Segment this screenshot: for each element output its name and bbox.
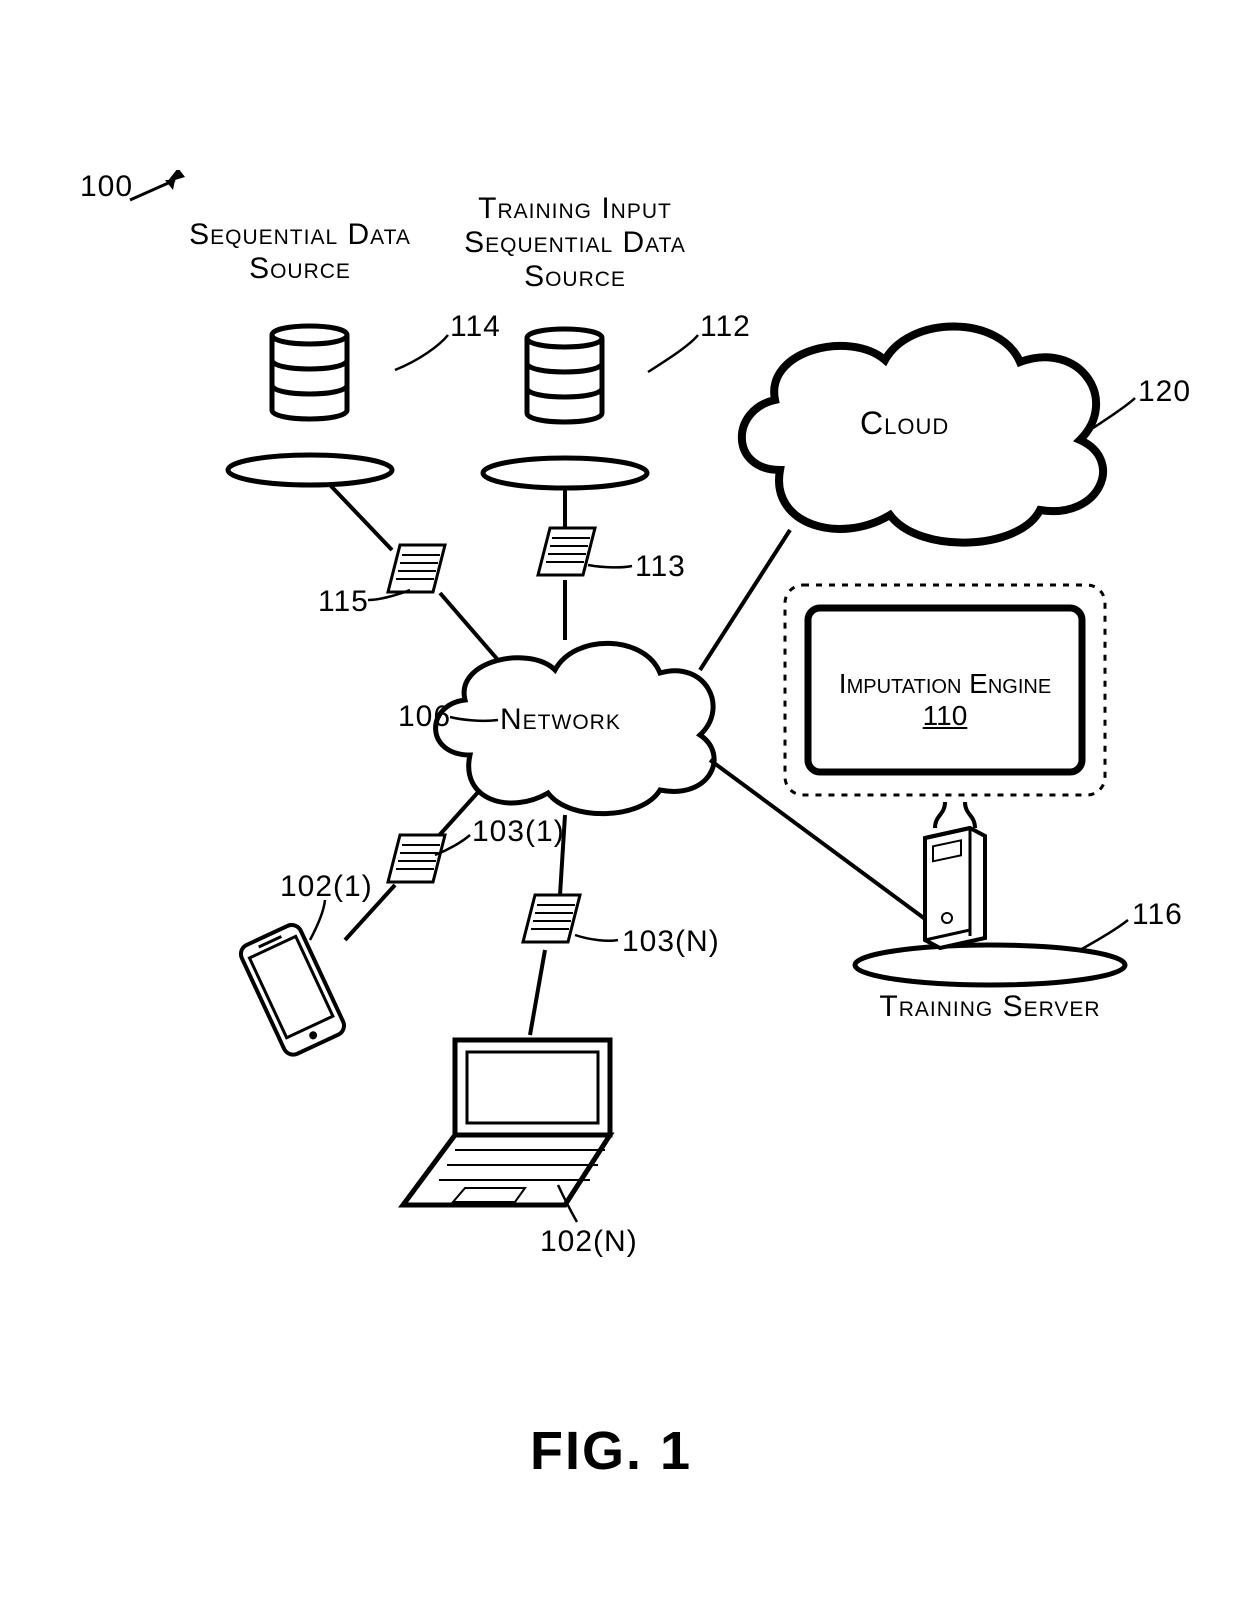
label-training-server: Training Server	[850, 990, 1130, 1024]
ref-103-1: 103(1)	[472, 815, 565, 849]
ref-114: 114	[450, 310, 501, 344]
doc-103-1	[385, 830, 450, 890]
training-server-platform	[850, 800, 1130, 990]
label-imputation: Imputation Engine 110	[820, 668, 1070, 732]
doc-113	[535, 523, 600, 583]
smartphone	[225, 915, 360, 1065]
ref-106: 106	[398, 700, 451, 734]
ref-102-n: 102(N)	[540, 1225, 638, 1259]
ref-103-n: 103(N)	[622, 925, 720, 959]
label-training-input: Training Input Sequential Data Source	[430, 192, 720, 294]
ref-120: 120	[1138, 375, 1191, 409]
imputation-engine-ref: 110	[923, 700, 968, 731]
label-cloud: Cloud	[860, 405, 949, 442]
imputation-engine-text: Imputation Engine	[839, 668, 1051, 699]
doc-115	[385, 540, 450, 600]
ref-115: 115	[318, 585, 369, 619]
ref-113: 113	[635, 550, 686, 584]
arrow-100	[125, 170, 195, 210]
ref-112: 112	[700, 310, 751, 344]
label-seq-data-source: Sequential Data Source	[160, 218, 440, 286]
laptop	[395, 1030, 630, 1215]
figure-label: FIG. 1	[530, 1420, 692, 1482]
cylinder-114	[225, 305, 395, 490]
label-network: Network	[500, 703, 621, 737]
doc-103-n	[520, 890, 585, 950]
cylinder-112	[480, 308, 650, 493]
ref-102-1: 102(1)	[280, 870, 373, 904]
ref-116: 116	[1132, 898, 1183, 932]
